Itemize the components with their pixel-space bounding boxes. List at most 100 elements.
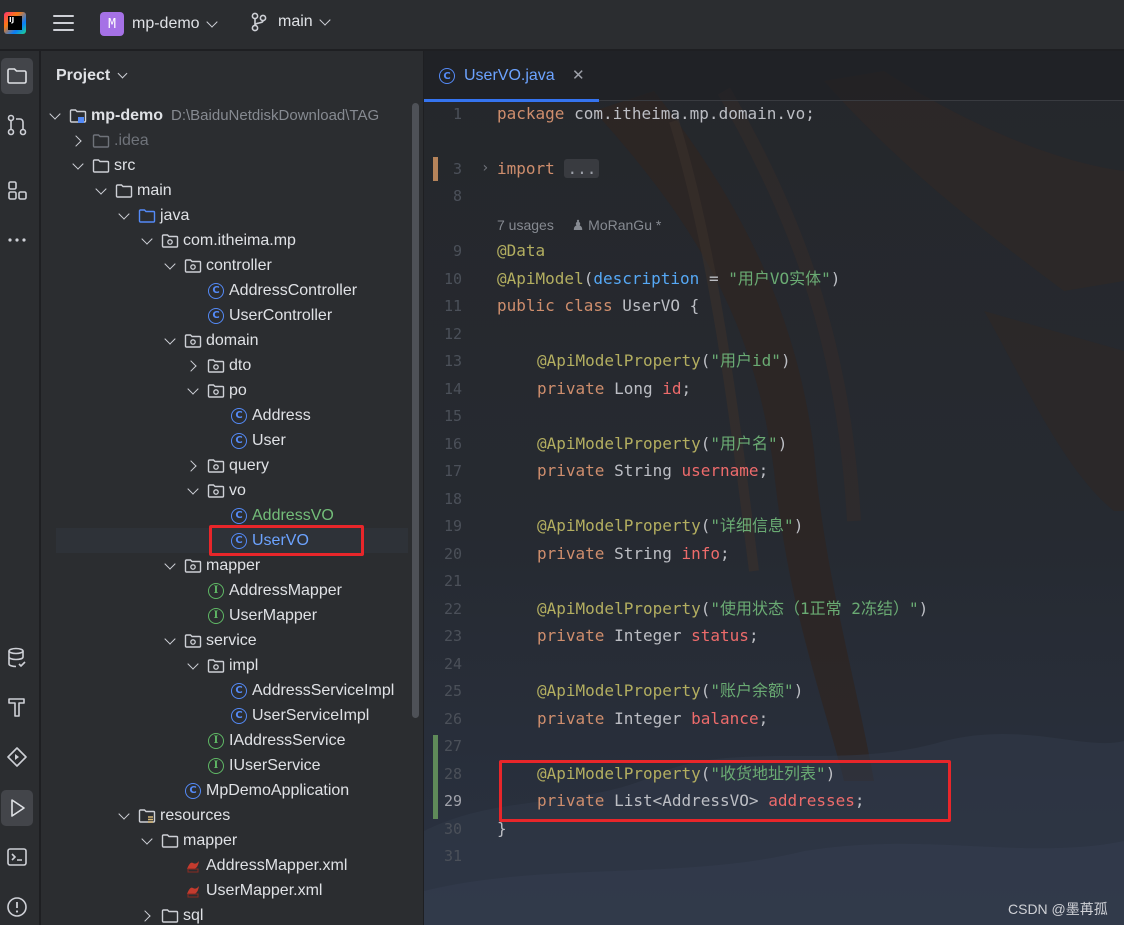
terminal-tool-button[interactable] — [1, 839, 33, 875]
tree-item-user[interactable]: C User — [41, 428, 413, 453]
class-icon: C — [230, 507, 248, 525]
main-menu-icon[interactable] — [53, 15, 74, 32]
tree-item-domain[interactable]: domain — [41, 328, 413, 353]
usages-hint[interactable]: 7 usages — [497, 217, 554, 233]
tab-uservo-java[interactable]: C UserVO.java ✕ — [424, 51, 599, 102]
expand-arrow-icon[interactable] — [116, 208, 132, 224]
tree-item-po[interactable]: po — [41, 378, 413, 403]
tree-item-iaddress-service[interactable]: I IAddressService — [41, 728, 413, 753]
problems-tool-button[interactable] — [1, 889, 33, 925]
tree-item-mapper[interactable]: mapper — [41, 553, 413, 578]
code-editor[interactable]: C UserVO.java ✕ 1 3 8 9 10 11 12 13 14 1… — [424, 51, 1124, 925]
tree-item-query[interactable]: query — [41, 453, 413, 478]
expand-arrow-icon[interactable] — [185, 358, 201, 374]
tree-item-address-service-impl[interactable]: C AddressServiceImpl — [41, 678, 413, 703]
git-branch-icon — [251, 12, 267, 32]
tree-item-address-controller[interactable]: C AddressController — [41, 278, 413, 303]
package-icon — [184, 332, 202, 350]
expand-arrow-icon[interactable] — [116, 808, 132, 824]
tree-item-resources[interactable]: resources — [41, 803, 413, 828]
line-number: 17 — [443, 462, 462, 480]
code-line-17: private String username; — [537, 461, 769, 480]
tree-item-src[interactable]: src — [41, 153, 413, 178]
line-number: 15 — [443, 407, 462, 425]
more-tools-button[interactable] — [1, 222, 33, 258]
project-name: mp-demo — [132, 15, 200, 32]
project-panel-scrollbar[interactable] — [412, 103, 419, 718]
tree-item-address-mapper[interactable]: I AddressMapper — [41, 578, 413, 603]
services-tool-button[interactable] — [1, 739, 33, 775]
line-number: 14 — [443, 380, 462, 398]
tree-item-user-mapper[interactable]: I UserMapper — [41, 603, 413, 628]
tree-item-service[interactable]: service — [41, 628, 413, 653]
line-number: 8 — [452, 187, 462, 205]
database-icon — [8, 647, 26, 668]
tree-item-address[interactable]: C Address — [41, 403, 413, 428]
expand-arrow-icon[interactable] — [185, 383, 201, 399]
expand-arrow-icon[interactable] — [93, 183, 109, 199]
tree-item-user-vo[interactable]: C UserVO — [56, 528, 408, 553]
line-number: 16 — [443, 435, 462, 453]
tab-label: UserVO.java — [464, 67, 555, 84]
structure-tool-button[interactable] — [1, 172, 33, 208]
tree-item-user-mapper-xml[interactable]: UserMapper.xml — [41, 878, 413, 903]
line-number: 23 — [443, 627, 462, 645]
author-hint[interactable]: MoRanGu * — [588, 217, 661, 233]
branch-selector[interactable]: main — [250, 12, 331, 32]
expand-arrow-icon[interactable] — [70, 158, 86, 174]
fold-expand-icon[interactable]: › — [481, 160, 489, 176]
project-view-selector[interactable]: Project — [41, 51, 423, 101]
tree-item-main[interactable]: main — [41, 178, 413, 203]
expand-arrow-icon[interactable] — [70, 133, 86, 149]
tree-item-user-service-impl[interactable]: C UserServiceImpl — [41, 703, 413, 728]
tree-item-controller[interactable]: controller — [41, 253, 413, 278]
line-number: 10 — [443, 270, 462, 288]
expand-arrow-icon[interactable] — [185, 658, 201, 674]
project-selector[interactable]: M mp-demo — [100, 12, 218, 36]
tree-item-dto[interactable]: dto — [41, 353, 413, 378]
tree-item-idea[interactable]: .idea — [41, 128, 413, 153]
expand-arrow-icon[interactable] — [139, 908, 155, 924]
project-tool-button[interactable] — [1, 58, 33, 94]
expand-arrow-icon[interactable] — [185, 483, 201, 499]
expand-arrow-icon[interactable] — [162, 558, 178, 574]
build-tool-button[interactable] — [1, 689, 33, 725]
tree-item-user-controller[interactable]: C UserController — [41, 303, 413, 328]
code-vision-hint[interactable]: 7 usages ♟ MoRanGu * — [497, 217, 661, 234]
expand-arrow-icon[interactable] — [162, 333, 178, 349]
tree-item-address-mapper-xml[interactable]: AddressMapper.xml — [41, 853, 413, 878]
run-tool-button[interactable] — [1, 790, 33, 826]
interface-icon: I — [207, 582, 225, 600]
tree-item-mp-demo[interactable]: mp-demo D:\BaiduNetdiskDownload\TAG — [41, 103, 413, 128]
tree-item-package-root[interactable]: com.itheima.mp — [41, 228, 413, 253]
tree-item-mp-demo-application[interactable]: C MpDemoApplication — [41, 778, 413, 803]
expand-arrow-icon[interactable] — [139, 833, 155, 849]
tree-item-vo[interactable]: vo — [41, 478, 413, 503]
author-icon: ♟ — [571, 217, 585, 233]
database-tool-button[interactable] — [1, 640, 33, 676]
tree-item-resources-mapper[interactable]: mapper — [41, 828, 413, 853]
commit-tool-button[interactable] — [1, 107, 33, 143]
expand-arrow-icon[interactable] — [139, 233, 155, 249]
expand-arrow-icon[interactable] — [47, 108, 63, 124]
close-icon[interactable]: ✕ — [572, 66, 585, 84]
tree-item-sql[interactable]: sql — [41, 903, 413, 925]
tree-item-iuser-service[interactable]: I IUserService — [41, 753, 413, 778]
tree-item-impl[interactable]: impl — [41, 653, 413, 678]
branch-name: main — [278, 13, 313, 30]
package-icon — [207, 657, 225, 675]
vcs-modified-marker[interactable] — [433, 157, 438, 181]
editor-tab-bar: C UserVO.java ✕ — [424, 51, 1124, 102]
tree-item-address-vo[interactable]: C AddressVO — [41, 503, 413, 528]
expand-arrow-icon[interactable] — [162, 633, 178, 649]
vcs-added-marker[interactable] — [433, 735, 438, 819]
expand-arrow-icon[interactable] — [162, 258, 178, 274]
code-line-10: @ApiModel(description = "用户VO实体") — [497, 269, 841, 288]
expand-arrow-icon[interactable] — [185, 458, 201, 474]
code-line-16: @ApiModelProperty("用户名") — [537, 434, 788, 453]
project-panel: Project mp-demo D:\BaiduNetdiskDownload\… — [41, 51, 423, 925]
collapsed-imports[interactable]: ... — [564, 159, 600, 178]
hammer-icon — [8, 698, 25, 717]
line-number: 19 — [443, 517, 462, 535]
tree-item-java[interactable]: java — [41, 203, 413, 228]
